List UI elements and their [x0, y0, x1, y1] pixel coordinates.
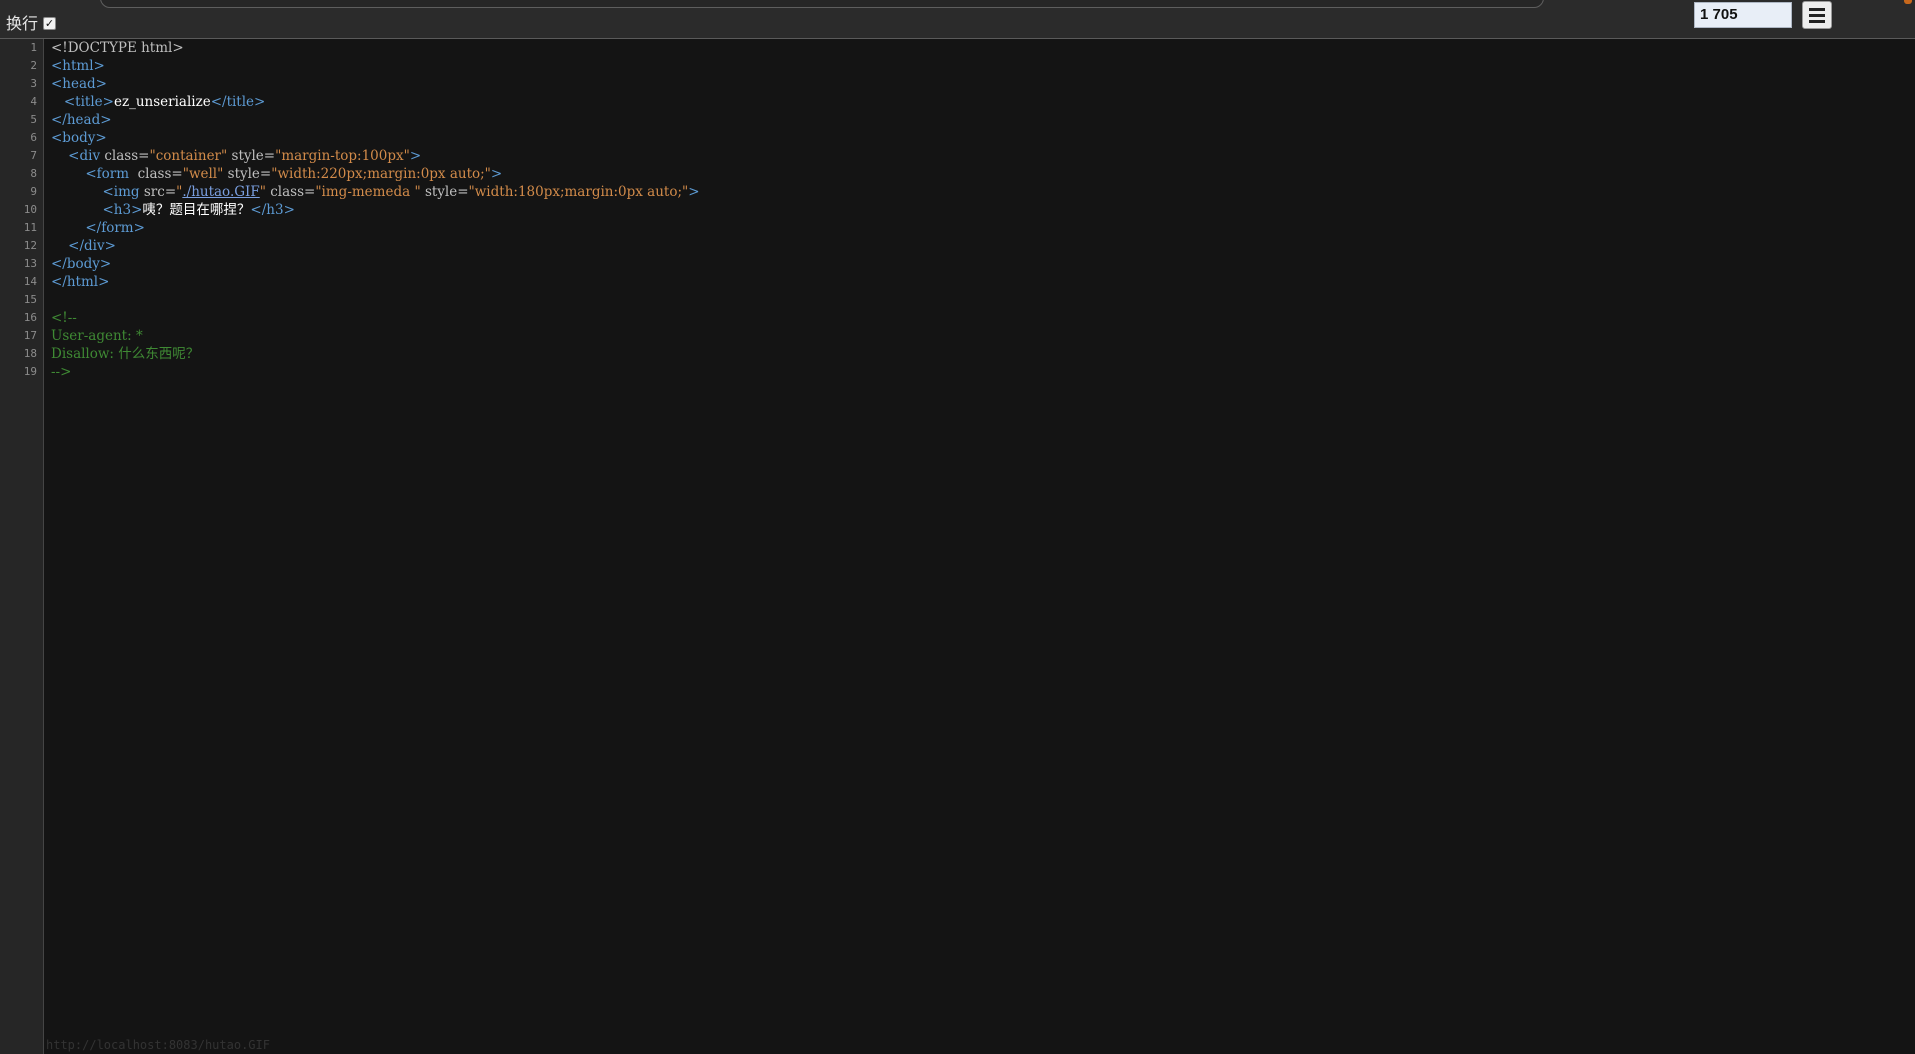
- notification-indicator: [1904, 0, 1912, 4]
- line-number: 18: [23, 347, 37, 360]
- line-number: 14: [23, 275, 37, 288]
- comment-text: Disallow: 什么东西呢？: [51, 346, 200, 362]
- code-line-5: </head>: [51, 111, 112, 129]
- attr-value: "img-memeda ": [315, 184, 421, 200]
- head-tag: <head>: [51, 76, 107, 92]
- div-close-tag: </div>: [68, 238, 116, 254]
- div-open-tag: <div: [68, 148, 105, 164]
- line-number: 10: [23, 203, 37, 216]
- line-number: 5: [30, 113, 37, 126]
- code-line-19: -->: [51, 363, 71, 381]
- comment-text: <!--: [51, 310, 77, 326]
- code-line-7: <div class="container" style="margin-top…: [51, 147, 421, 165]
- form-close-tag: </form>: [85, 220, 145, 236]
- menu-button[interactable]: [1802, 1, 1832, 29]
- tag-end: >: [409, 148, 422, 164]
- code-line-6: <body>: [51, 129, 107, 147]
- line-number-gutter: 1 2 3 4 5 6 7 8 9 10 11 12 13 14 15 16 1…: [0, 39, 44, 1054]
- attr-name: style=: [420, 184, 469, 200]
- comment-text: -->: [51, 364, 72, 380]
- attr-name: class=: [104, 148, 150, 164]
- attr-name: style=: [223, 166, 272, 182]
- tag-end: >: [688, 184, 700, 200]
- hamburger-menu-icon-bar: [1809, 13, 1825, 17]
- code-line-2: <html>: [51, 57, 105, 75]
- line-number: 16: [23, 311, 37, 324]
- code-line-11: </form>: [51, 219, 145, 237]
- h3-text: 咦？题目在哪捏？: [142, 202, 251, 218]
- body-tag: <body>: [51, 130, 107, 146]
- code-line-4: <title>ez_unserialize</title>: [51, 93, 265, 111]
- title-open-tag: <title>: [63, 94, 114, 110]
- line-number: 2: [30, 59, 37, 72]
- attr-name: style=: [227, 148, 276, 164]
- code-line-18: Disallow: 什么东西呢？: [51, 345, 199, 363]
- html-tag: <html>: [51, 58, 105, 74]
- attr-name: class=: [265, 184, 316, 200]
- status-bar-url: http://localhost:8083/hutao.GIF: [46, 1038, 270, 1052]
- line-number: 9: [30, 185, 37, 198]
- attr-name: class=: [137, 166, 183, 182]
- line-number: 3: [30, 77, 37, 90]
- line-number: 19: [23, 365, 37, 378]
- line-number: 12: [23, 239, 37, 252]
- attr-value: "well": [182, 166, 224, 182]
- code-line-1: <!DOCTYPE html>: [51, 39, 184, 57]
- code-line-8: <form class="well" style="width:220px;ma…: [51, 165, 502, 183]
- image-src-link[interactable]: ./hutao.GIF: [182, 184, 259, 200]
- html-close-tag: </html>: [51, 274, 110, 290]
- line-number: 13: [23, 257, 37, 270]
- code-line-9: <img src="./hutao.GIF" class="img-memeda…: [51, 183, 700, 201]
- wrap-checkbox[interactable]: ✓: [43, 17, 56, 30]
- address-bar[interactable]: [100, 0, 1544, 8]
- hamburger-menu-icon: [1809, 7, 1825, 11]
- title-text: ez_unserialize: [113, 94, 211, 110]
- h3-open-tag: <h3>: [102, 202, 143, 218]
- line-number: 17: [23, 329, 37, 342]
- attr-value: "width:220px;margin:0px auto;": [271, 166, 491, 182]
- title-close-tag: </title>: [210, 94, 266, 110]
- code-line-12: </div>: [51, 237, 116, 255]
- code-line-17: User-agent: *: [51, 327, 143, 345]
- code-line-16: <!--: [51, 309, 77, 327]
- line-number: 15: [23, 293, 37, 306]
- wrap-label: 换行: [6, 14, 39, 33]
- line-number: 4: [30, 95, 37, 108]
- doctype: <!DOCTYPE html>: [51, 40, 184, 56]
- line-number: 7: [30, 149, 37, 162]
- attr-value: "container": [149, 148, 228, 164]
- head-close-tag: </head>: [51, 112, 112, 128]
- attr-value: "width:180px;margin:0px auto;": [468, 184, 689, 200]
- line-number: 8: [30, 167, 37, 180]
- h3-close-tag: </h3>: [250, 202, 295, 218]
- code-line-13: </body>: [51, 255, 111, 273]
- code-line-14: </html>: [51, 273, 109, 291]
- attr-value: "margin-top:100px": [275, 148, 410, 164]
- line-number: 11: [23, 221, 37, 234]
- line-number-input[interactable]: 1 705: [1694, 2, 1792, 28]
- comment-text: User-agent: *: [51, 328, 143, 344]
- body-close-tag: </body>: [51, 256, 112, 272]
- tag-end: >: [490, 166, 503, 182]
- line-number: 1: [30, 41, 37, 54]
- editor-toolbar: 换行 ✓ 1 705: [0, 0, 1915, 39]
- hamburger-menu-icon-bar: [1809, 19, 1825, 23]
- attr-name: src=: [143, 184, 177, 200]
- img-open-tag: <img: [102, 184, 144, 200]
- line-number: 6: [30, 131, 37, 144]
- form-open-tag: <form: [85, 166, 138, 182]
- code-line-10: <h3>咦？题目在哪捏？</h3>: [51, 201, 295, 219]
- code-line-3: <head>: [51, 75, 107, 93]
